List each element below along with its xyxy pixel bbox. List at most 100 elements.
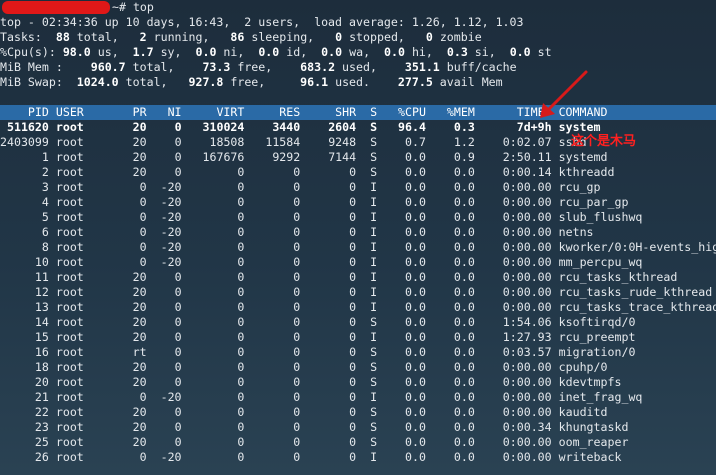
process-mem: 0.0 [453,285,475,299]
process-mem: 0.0 [453,405,475,419]
process-mem: 0.0 [453,270,475,284]
process-virt: 18508 [209,135,245,149]
process-ni: 0 [174,435,182,449]
process-virt: 0 [237,165,245,179]
process-time: 0:00.00 [502,300,552,314]
process-mem: 0.0 [453,225,475,239]
process-command: rcu_tasks_kthread [558,270,678,284]
process-res: 0 [293,255,301,269]
process-shr: 0 [349,450,357,464]
summary-value: 88 [48,30,70,44]
process-time: 0:00.00 [502,225,552,239]
process-time: 0:00.14 [502,165,552,179]
process-res: 0 [293,390,301,404]
process-pr: 0 [139,255,147,269]
summary-value: 0.0 [195,45,217,59]
process-ni: 0 [174,375,182,389]
process-user: root [55,420,84,434]
process-user: root [55,270,84,284]
process-pid: 11 [34,270,49,284]
terminal-window[interactable]: ~# top top - 02:34:36 up 10 days, 16:43,… [0,0,716,475]
summary-text: MiB Mem : [0,60,84,74]
process-cpucpu: 0.0 [405,285,426,299]
process-ni: 0 [174,150,182,164]
process-pid: 23 [34,420,49,434]
process-cpucpu: 0.0 [405,255,426,269]
summary-text: buff/cache [439,60,517,74]
process-row: 23 root 20 0 0 0 0 S 0.0 0.0 0:00.34 khu… [0,420,716,435]
summary-value: 0.0 [258,45,280,59]
process-cpucpu: 0.0 [405,345,426,359]
process-s: S [370,420,378,434]
process-command: ksoftirqd/0 [558,315,636,329]
summary-text: running, [146,30,224,44]
process-mem: 0.0 [453,315,475,329]
process-ni: -20 [160,240,182,254]
process-command: kdevtmpfs [558,375,622,389]
process-virt: 0 [237,375,245,389]
process-row: 8 root 0 -20 0 0 0 I 0.0 0.0 0:00.00 kwo… [0,240,716,255]
process-command: systemd [558,150,608,164]
process-shr: 0 [349,315,357,329]
process-mem: 0.0 [453,360,475,374]
process-shr: 0 [349,270,357,284]
process-command: rcu_par_gp [558,195,629,209]
summary-text: used. [328,75,398,89]
process-time: 0:00.00 [502,240,552,254]
column-header-user: USER [55,105,84,119]
process-cpucpu: 0.0 [405,375,426,389]
process-shr: 0 [349,420,357,434]
process-s: I [370,210,378,224]
process-s: I [370,270,378,284]
process-shr: 0 [349,345,357,359]
summary-text: avail Mem [432,75,503,89]
process-row: 11 root 20 0 0 0 0 I 0.0 0.0 0:00.00 rcu… [0,270,716,285]
process-row: 21 root 0 -20 0 0 0 I 0.0 0.0 0:00.00 in… [0,390,716,405]
column-header-cpucpu: %CPU [398,105,426,119]
process-time: 0:00.00 [502,405,552,419]
process-time: 0:00.00 [502,255,552,269]
process-time: 0:00.00 [502,435,552,449]
annotation-label: 这个是木马 [571,134,637,149]
process-virt: 0 [237,450,245,464]
process-s: S [370,405,378,419]
process-res: 0 [293,360,301,374]
process-pid: 12 [34,285,49,299]
summary-value: 0.0 [384,45,405,59]
summary-value: 86 [223,30,245,44]
process-ni: -20 [160,390,182,404]
process-user: root [55,375,84,389]
process-user: root [55,195,84,209]
process-command: rcu_preempt [558,330,636,344]
process-pr: 0 [139,180,147,194]
process-row: 12 root 20 0 0 0 0 I 0.0 0.0 0:00.00 rcu… [0,285,716,300]
process-res: 0 [293,345,301,359]
column-header-s: S [370,105,378,119]
process-user: root [55,435,84,449]
process-pr: 0 [139,195,147,209]
process-ni: 0 [174,345,182,359]
process-time: 0:00.00 [502,360,552,374]
process-s: I [370,285,378,299]
process-res: 0 [293,405,301,419]
process-cpucpu: 0.0 [405,165,426,179]
process-row: 20 root 20 0 0 0 0 S 0.0 0.0 0:00.00 kde… [0,375,716,390]
process-ni: 0 [174,285,182,299]
process-time: 7d+9h [516,120,552,134]
column-header-shr: SHR [335,105,357,119]
process-mem: 0.3 [453,120,475,134]
process-res: 0 [293,435,301,449]
process-row: 1 root 20 0 167676 9292 7144 S 0.0 0.9 2… [0,150,716,165]
process-row: 22 root 20 0 0 0 0 S 0.0 0.0 0:00.00 kau… [0,405,716,420]
process-shr: 0 [349,225,357,239]
process-virt: 167676 [202,150,245,164]
process-pr: 0 [139,240,147,254]
process-pid: 21 [34,390,49,404]
process-virt: 0 [237,270,245,284]
process-pid: 25 [34,435,49,449]
process-command: rcu_tasks_trace_kthread [558,300,716,314]
process-virt: 0 [237,315,245,329]
process-s: S [370,120,378,134]
summary-text: total, [118,75,189,89]
summary-text: total, [69,30,140,44]
